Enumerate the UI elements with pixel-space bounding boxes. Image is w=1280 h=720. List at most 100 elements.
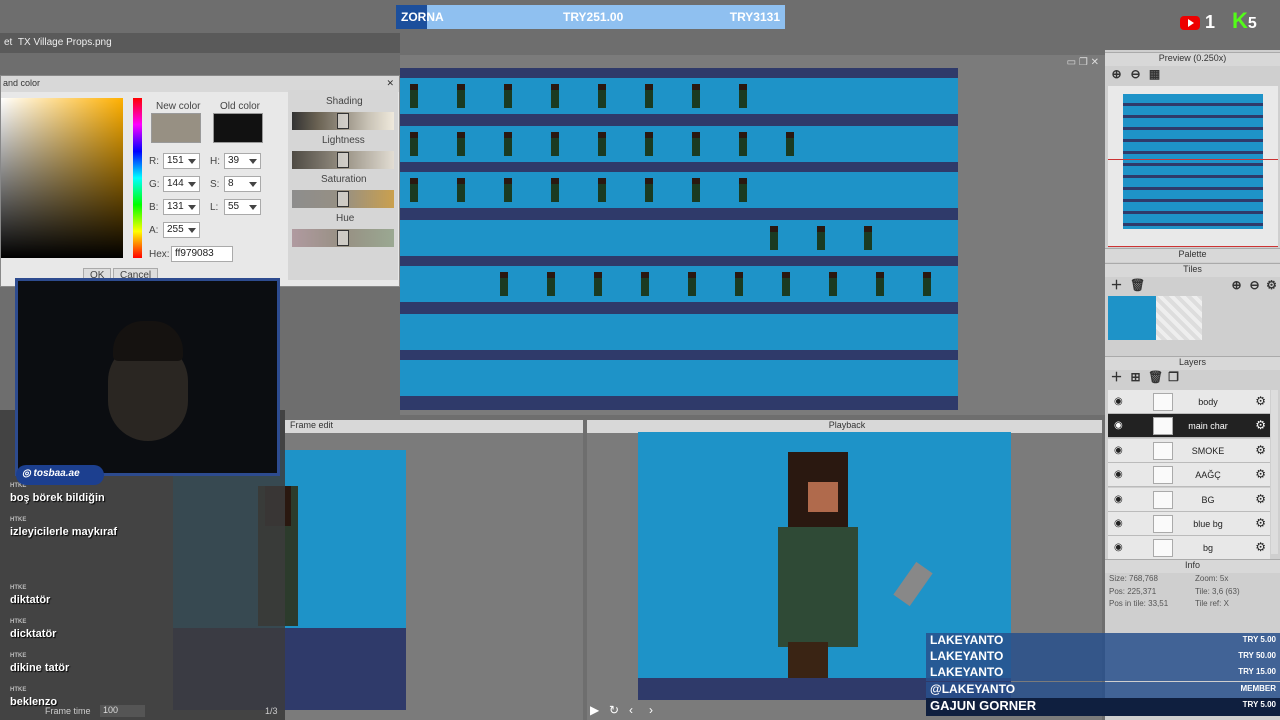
chat-badge: HTKE [10,653,27,659]
file-tab-active[interactable]: TX Village Props.png [18,37,112,48]
chat-message: dicktatör [10,628,57,640]
layer-row[interactable]: ◉ main char ⚙ [1108,414,1270,439]
hue-field[interactable]: 39 [224,153,261,169]
sprite-row [400,172,958,208]
blue-field[interactable]: 131 [163,199,200,215]
fit-icon[interactable]: ▦ [1148,68,1161,81]
preview-thumbnail[interactable] [1108,86,1278,247]
zoom-out-icon[interactable]: ⊖ [1129,68,1142,81]
layer-thumbnail [1153,539,1173,558]
hex-field[interactable]: ff979083 [171,246,233,262]
next-frame-icon[interactable]: › [649,703,653,717]
layer-name: main char [1188,421,1228,432]
frame-time-label: Frame time [45,706,91,716]
hue-ramp[interactable] [292,229,394,247]
delete-layer-icon[interactable]: 🗑 [1148,371,1163,384]
lightness-field[interactable]: 55 [224,199,261,215]
gear-icon[interactable]: ⚙ [1255,443,1266,457]
layer-row[interactable]: ◉ SMOKE ⚙ [1108,438,1270,463]
sprite-frame [817,226,825,250]
gear-icon[interactable]: ⚙ [1255,540,1266,554]
tiles-zoom-in-icon[interactable]: ⊕ [1230,279,1243,292]
delete-tile-icon[interactable]: 🗑 [1130,279,1145,292]
eye-icon[interactable]: ◉ [1114,420,1123,431]
sprite-frame [551,84,559,108]
close-icon[interactable]: ✕ [386,78,394,89]
layer-row[interactable]: ◉ BG ⚙ [1108,487,1270,512]
sprite-frame [923,272,931,296]
layer-name: body [1198,397,1218,407]
gear-icon[interactable]: ⚙ [1255,467,1266,481]
saturation-field[interactable]: 8 [224,176,261,192]
hue-slider[interactable] [133,98,142,258]
layer-thumbnail [1153,393,1173,411]
goal-target: TRY3131 [729,10,780,24]
youtube-counter: 1 [1180,12,1220,32]
file-tab-strip: et TX Village Props.png [0,33,400,53]
palette-header: Palette [1105,248,1280,262]
zoom-in-icon[interactable]: ⊕ [1110,68,1123,81]
frame-edit-panel: Frame edit [173,420,583,720]
frame-time-field[interactable]: 100 [100,705,145,717]
alpha-field[interactable]: 255 [163,222,200,238]
gear-icon[interactable]: ⚙ [1255,492,1266,506]
add-tile-icon[interactable]: ＋ [1110,279,1123,292]
add-layer-icon[interactable]: ＋ [1110,371,1123,384]
red-field[interactable]: 151 [163,153,200,169]
gear-icon[interactable]: ⚙ [1255,516,1266,530]
saturation-ramp[interactable] [292,190,394,208]
new-color-swatch [151,113,201,143]
chat-message: izleyicilerle maykıraf [10,526,118,538]
tile-empty[interactable] [1156,296,1202,340]
goal-name: ZORNA [401,10,444,24]
gear-icon[interactable]: ⚙ [1255,418,1266,432]
saturation-label: Saturation [321,174,367,185]
add-group-icon[interactable]: ⊞ [1129,371,1142,384]
sprite-sheet-canvas[interactable] [400,68,958,410]
sprite-frame [504,84,512,108]
layer-row[interactable]: ◉ bg ⚙ [1108,536,1270,561]
loop-icon[interactable]: ↻ [609,703,619,717]
layer-row[interactable]: ◉ AAĞÇ ⚙ [1108,463,1270,488]
donation-amount: MEMBER [1240,683,1276,693]
chat-message: boş börek bildiğin [10,492,105,504]
tiles-settings-icon[interactable]: ⚙ [1265,279,1278,292]
eye-icon[interactable]: ◉ [1114,469,1123,480]
eye-icon[interactable]: ◉ [1114,445,1123,456]
chat-badge: HTKE [10,517,27,523]
sprite-frame [782,272,790,296]
duplicate-layer-icon[interactable]: ❐ [1167,371,1180,384]
shading-ramp[interactable] [292,112,394,130]
gear-icon[interactable]: ⚙ [1255,394,1266,408]
prev-frame-icon[interactable]: ‹ [629,703,633,717]
layer-thumbnail [1153,490,1173,509]
layer-row[interactable]: ◉ body ⚙ [1108,390,1270,414]
sprite-frame [876,272,884,296]
layer-thumbnail [1153,466,1173,485]
preview-header: Preview (0.250x) [1105,52,1280,66]
layer-thumbnail [1153,441,1173,460]
eye-icon[interactable]: ◉ [1114,542,1123,553]
old-color-swatch[interactable] [213,113,263,143]
eye-icon[interactable]: ◉ [1114,494,1123,505]
tiles-zoom-out-icon[interactable]: ⊖ [1248,279,1261,292]
color-gradient-picker[interactable] [1,98,123,258]
sprite-frame [457,84,465,108]
green-field[interactable]: 144 [163,176,200,192]
sprite-frame [594,272,602,296]
donation-amount: TRY 50.00 [1238,651,1276,661]
tile-blue[interactable] [1108,296,1156,340]
donation-amount: TRY 15.00 [1238,667,1276,677]
lightness-ramp[interactable] [292,151,394,169]
eye-icon[interactable]: ◉ [1114,396,1123,407]
layer-row[interactable]: ◉ blue bg ⚙ [1108,512,1270,536]
info-zoom: Zoom: 5x [1195,574,1229,583]
file-tab-prev[interactable]: et [4,37,12,48]
shading-label: Shading [326,96,363,107]
layers-scrollbar[interactable] [1271,390,1278,554]
eye-icon[interactable]: ◉ [1114,518,1123,529]
sprite-frame [551,178,559,202]
window-controls[interactable]: ▭ ❐ ✕ [1067,57,1099,68]
play-icon[interactable]: ▶ [590,703,599,717]
donation-amount: TRY 5.00 [1242,635,1276,644]
